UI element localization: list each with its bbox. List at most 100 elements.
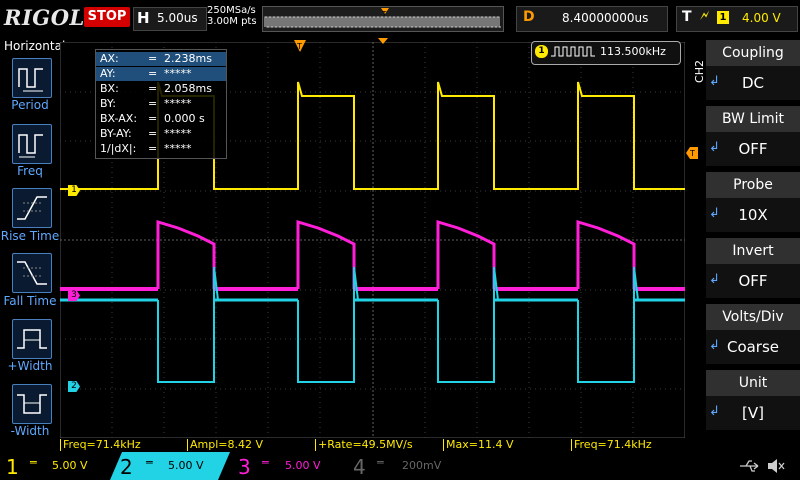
measurement-item[interactable]: +Rate=49.5MV/s bbox=[315, 439, 442, 451]
ch3-number: 3 bbox=[238, 455, 251, 479]
run-stop-button[interactable]: STOP bbox=[84, 7, 130, 27]
rising-edge-icon: 🗲 bbox=[700, 8, 710, 24]
measurement-bar: Freq=71.4kHz Ampl=8.42 V +Rate=49.5MV/s … bbox=[60, 438, 685, 452]
cursor-readout-panel: AX: = 2.238ms AY: = ***** BX: = 2.058ms BY: = *****… bbox=[95, 49, 227, 159]
trigger-time-marker: T bbox=[294, 40, 306, 52]
menu-value-2[interactable]: 10X bbox=[706, 198, 800, 232]
menu-title-4: Volts/Div bbox=[706, 304, 800, 330]
ch2-status[interactable]: 2 ═ 5.00 V bbox=[110, 452, 230, 480]
menu-title-2: Probe bbox=[706, 172, 800, 198]
delay-letter: D bbox=[523, 9, 535, 25]
fall-time-button[interactable] bbox=[12, 253, 52, 293]
memory-overview[interactable]: T bbox=[262, 6, 504, 32]
cursor-eq: = bbox=[148, 127, 158, 140]
cursor-eq: = bbox=[148, 112, 158, 125]
period-button[interactable] bbox=[12, 58, 52, 98]
rise-time-button[interactable] bbox=[12, 188, 52, 228]
trigger-level-marker: T bbox=[686, 147, 698, 159]
ch3-coupling-icon: ═ bbox=[262, 456, 269, 469]
svg-text:T: T bbox=[689, 149, 695, 158]
measure-menu-title: Horizontal bbox=[4, 39, 66, 53]
knob-arrow-icon: ↲ bbox=[709, 404, 720, 419]
pos-width-label: +Width bbox=[7, 359, 53, 373]
cursor-row: AX: = 2.238ms bbox=[96, 52, 226, 66]
ch4-status[interactable]: 4 ═ 200mV bbox=[345, 452, 460, 480]
delay-marker bbox=[378, 38, 388, 44]
menu-title-0: Coupling bbox=[706, 40, 800, 66]
usb-icon bbox=[740, 460, 759, 472]
cursor-row: AY: = ***** bbox=[96, 67, 226, 81]
menu-value-1[interactable]: OFF bbox=[706, 132, 800, 166]
menu-title-5: Unit bbox=[706, 370, 800, 396]
cursor-row: BY-AY: = ***** bbox=[96, 127, 226, 141]
period-icon bbox=[18, 68, 43, 92]
fall-time-label: Fall Time bbox=[3, 294, 57, 308]
measurement-item[interactable]: Freq=71.4kHz bbox=[60, 439, 187, 451]
cursor-row: BX-AX: = 0.000 s bbox=[96, 112, 226, 126]
cursor-row: 1/|dX|: = ***** bbox=[96, 142, 226, 156]
trigger-level: 4.00 V bbox=[742, 11, 781, 25]
cursor-eq: = bbox=[148, 52, 158, 65]
menu-value-0[interactable]: DC bbox=[706, 66, 800, 100]
ch3-scale: 5.00 V bbox=[285, 459, 321, 472]
svg-text:T: T bbox=[296, 42, 302, 51]
knob-arrow-icon: ↲ bbox=[709, 74, 720, 89]
ch4-coupling-icon: ═ bbox=[377, 456, 384, 469]
brand-logo: RIGOL bbox=[4, 5, 85, 30]
trigger-letter: T bbox=[682, 9, 692, 25]
horizontal-letter: H bbox=[137, 9, 150, 27]
delay-value: 8.40000000us bbox=[562, 11, 649, 25]
ch4-scale: 200mV bbox=[402, 459, 442, 472]
cursor-label: AX: bbox=[100, 52, 119, 65]
fall-time-icon bbox=[17, 261, 47, 285]
freq-button[interactable] bbox=[12, 124, 52, 164]
cursor-label: BY-AY: bbox=[100, 127, 132, 140]
ch2-scale: 5.00 V bbox=[168, 459, 204, 472]
pos-width-icon bbox=[17, 329, 47, 349]
knob-arrow-icon: ↲ bbox=[709, 140, 720, 155]
menu-value-3[interactable]: OFF bbox=[706, 264, 800, 298]
cursor-value: ***** bbox=[164, 127, 192, 140]
ch1-number: 1 bbox=[6, 455, 19, 479]
memory-overview-wave: T bbox=[264, 8, 501, 28]
timebase-value: 5.00us bbox=[157, 11, 198, 25]
knob-arrow-icon: ↲ bbox=[709, 338, 720, 353]
counter-frequency: 113.500kHz bbox=[600, 45, 666, 58]
ch1-status[interactable]: 1 ═ 5.00 V bbox=[0, 452, 110, 480]
measurement-item[interactable]: Freq=71.4kHz bbox=[571, 439, 684, 451]
cursor-value: ***** bbox=[164, 97, 192, 110]
sample-rate: 250MSa/s bbox=[207, 5, 256, 16]
measurement-item[interactable]: Max=11.4 V bbox=[443, 439, 570, 451]
measurement-item[interactable]: Ampl=8.42 V bbox=[187, 439, 314, 451]
cursor-value: ***** bbox=[164, 142, 192, 155]
cursor-eq: = bbox=[148, 97, 158, 110]
trigger-source: 1 bbox=[717, 11, 729, 24]
pos-width-button[interactable] bbox=[12, 319, 52, 359]
cursor-label: AY: bbox=[100, 67, 116, 80]
cursor-label: BX: bbox=[100, 82, 119, 95]
ch3-status[interactable]: 3 ═ 5.00 V bbox=[230, 452, 345, 480]
channel-menu: Coupling DC ↲ BW Limit OFF ↲ Probe 10X ↲ Invert OF… bbox=[706, 36, 800, 436]
freq-label: Freq bbox=[17, 164, 43, 178]
menu-value-5[interactable]: [V] bbox=[706, 396, 800, 430]
rise-time-icon bbox=[17, 196, 47, 220]
knob-arrow-icon: ↲ bbox=[709, 272, 720, 287]
ch1-coupling-icon: ═ bbox=[30, 456, 37, 469]
neg-width-icon bbox=[17, 394, 47, 414]
neg-width-button[interactable] bbox=[12, 384, 52, 424]
cursor-row: BX: = 2.058ms bbox=[96, 82, 226, 96]
cursor-value: 2.058ms bbox=[164, 82, 212, 95]
svg-text:T: T bbox=[381, 10, 387, 18]
menu-title-3: Invert bbox=[706, 238, 800, 264]
ch4-number: 4 bbox=[353, 455, 366, 479]
menu-value-4[interactable]: Coarse bbox=[706, 330, 800, 364]
cursor-row: BY: = ***** bbox=[96, 97, 226, 111]
ch2-coupling-icon: ═ bbox=[146, 456, 153, 469]
cursor-value: ***** bbox=[164, 67, 192, 80]
cursor-value: 2.238ms bbox=[164, 52, 212, 65]
memory-depth: 3.00M pts bbox=[207, 16, 257, 27]
rise-time-label: Rise Time bbox=[0, 229, 60, 243]
cursor-eq: = bbox=[148, 82, 158, 95]
measure-menu: Horizontal Period Freq Rise Time Fall Ti… bbox=[0, 36, 65, 450]
speaker-mute-icon[interactable] bbox=[766, 457, 786, 475]
